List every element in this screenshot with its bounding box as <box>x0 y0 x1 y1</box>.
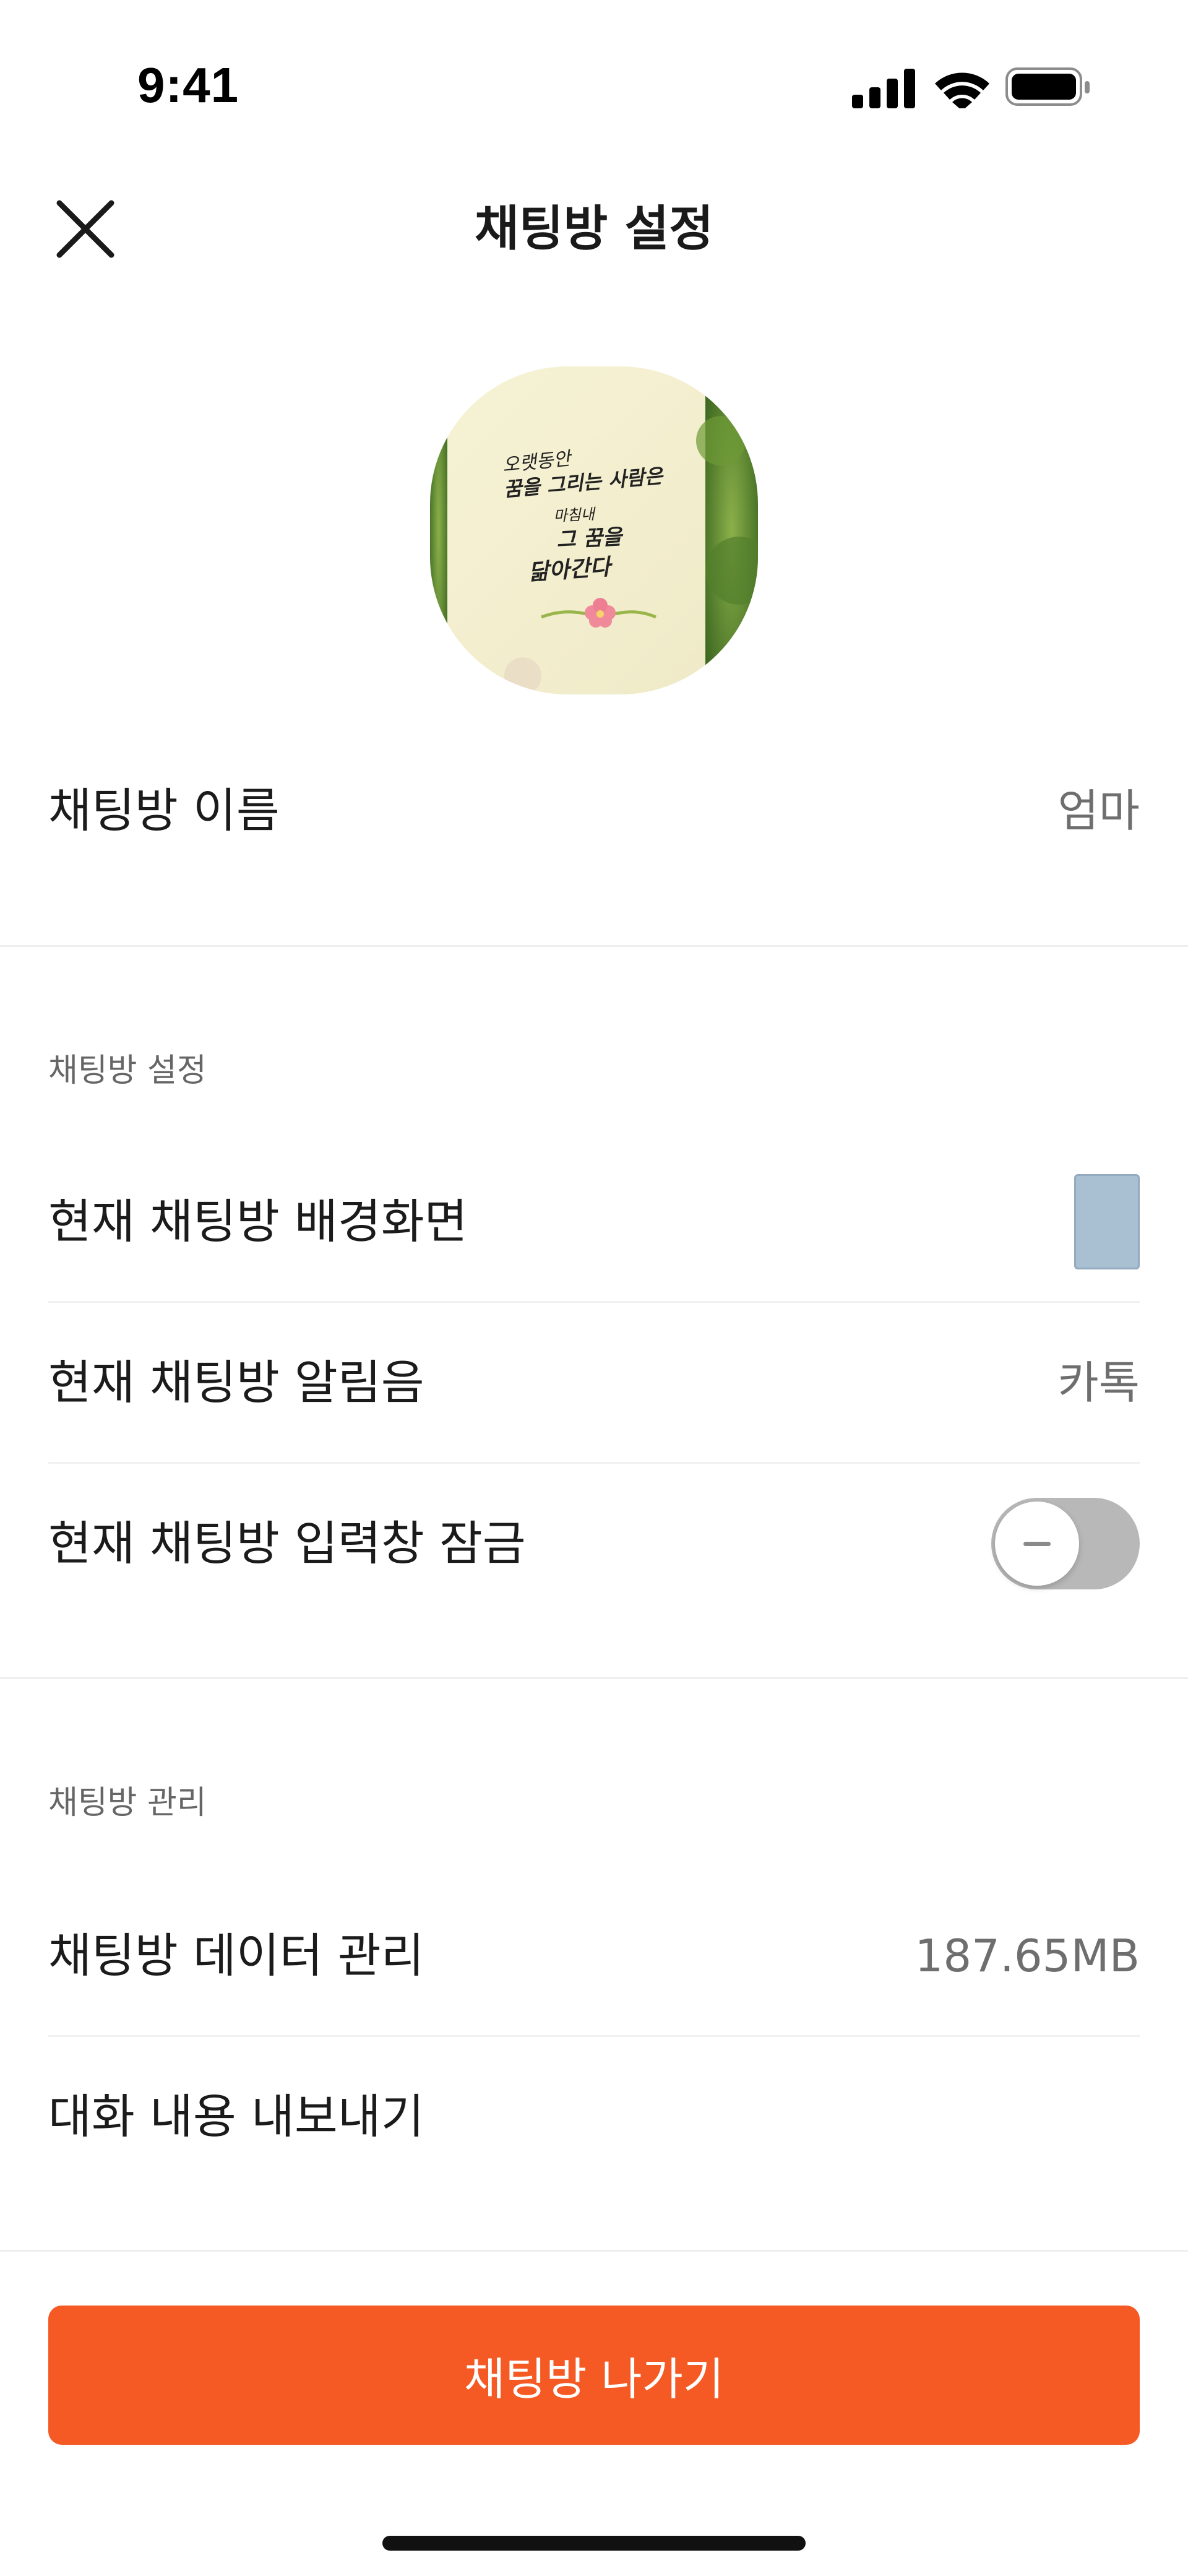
input-lock-label: 현재 채팅방 입력창 잠금 <box>48 1516 526 1571</box>
section-divider <box>0 1677 1188 1679</box>
room-name-row[interactable]: 채팅방 이름 엄마 <box>48 774 1140 848</box>
room-name-value: 엄마 <box>1057 785 1140 837</box>
manage-section-title: 채팅방 관리 <box>48 1784 207 1822</box>
data-size-value: 187.65MB <box>915 1930 1140 1982</box>
leave-chatroom-button[interactable]: 채팅방 나가기 <box>48 2306 1140 2445</box>
section-divider <box>0 945 1188 947</box>
room-name-label: 채팅방 이름 <box>48 783 280 838</box>
wallpaper-thumbnail <box>1074 1174 1140 1269</box>
input-lock-row: 현재 채팅방 입력창 잠금 <box>48 1498 1140 1589</box>
export-chat-label: 대화 내용 내보내기 <box>48 2089 424 2144</box>
status-time: 9:41 <box>137 58 239 113</box>
signal-icon <box>852 69 915 108</box>
svg-text:마침내: 마침내 <box>553 505 597 525</box>
section-divider <box>0 2250 1188 2252</box>
calligraphy-picture: 오랫동안 꿈을 그리는 사람은 마침내 그 꿈을 닮아간다 <box>430 366 758 694</box>
notification-sound-value: 카톡 <box>1057 1357 1140 1409</box>
export-chat-row[interactable]: 대화 내용 내보내기 <box>48 2080 1140 2154</box>
wifi-icon <box>935 72 989 111</box>
svg-text:그 꿈을: 그 꿈을 <box>556 524 624 553</box>
wallpaper-row[interactable]: 현재 채팅방 배경화면 <box>48 1174 1140 1269</box>
notification-sound-label: 현재 채팅방 알림음 <box>48 1355 424 1410</box>
status-icons <box>851 65 1092 111</box>
input-lock-toggle[interactable] <box>991 1498 1140 1589</box>
wallpaper-label: 현재 채팅방 배경화면 <box>48 1194 468 1249</box>
toggle-knob <box>995 1502 1079 1586</box>
data-management-label: 채팅방 데이터 관리 <box>48 1928 424 1983</box>
chatroom-profile-image[interactable]: 오랫동안 꿈을 그리는 사람은 마침내 그 꿈을 닮아간다 <box>430 366 758 694</box>
data-management-row[interactable]: 채팅방 데이터 관리 187.65MB <box>48 1919 1140 1993</box>
row-divider <box>48 2035 1140 2037</box>
notification-sound-row[interactable]: 현재 채팅방 알림음 카톡 <box>48 1346 1140 1420</box>
home-indicator <box>382 2536 806 2551</box>
settings-section-title: 채팅방 설정 <box>48 1052 207 1089</box>
page-title: 채팅방 설정 <box>475 201 713 257</box>
battery-icon <box>1005 67 1090 106</box>
row-divider <box>48 1462 1140 1464</box>
minus-icon <box>1023 1541 1051 1546</box>
row-divider <box>48 1301 1140 1303</box>
